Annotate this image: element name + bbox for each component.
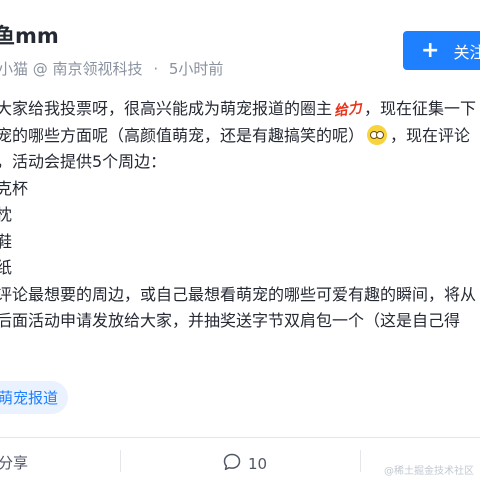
share-label: 分享 (0, 454, 29, 472)
post-content: 大家给我投票呀，很高兴能成为萌宠报道的圈主给力，现在征集一下 宠的哪些方面呢（高… (0, 96, 480, 335)
action-separator (120, 450, 121, 472)
meta-separator: · (153, 60, 159, 78)
thinking-face-icon (367, 124, 388, 145)
post-line: ，活动会提供5个周边： (0, 152, 167, 171)
author-role[interactable]: 小猫 @ 南京领视科技 (0, 60, 143, 78)
action-separator (360, 450, 361, 472)
post-line: 宠的哪些方面呢（高颜值萌宠，还是有趣搞笑的呢） ，现在评论 (0, 124, 471, 145)
author-name[interactable]: 鱼mm (0, 20, 59, 50)
watermark: @稀土掘金技术社区 (384, 466, 474, 477)
topic-tag[interactable]: 萌宠报道 (0, 381, 68, 414)
post-time: 5小时前 (168, 60, 224, 78)
author-meta: 小猫 @ 南京领视科技 · 5小时前 (0, 58, 229, 79)
plus-icon: + (421, 37, 440, 63)
share-button[interactable]: 分享 (0, 452, 28, 473)
follow-button[interactable]: + 关注 (403, 31, 480, 70)
post-line: 鞋 (0, 231, 13, 251)
comment-button[interactable]: 10 (222, 452, 267, 476)
comment-count: 10 (248, 455, 268, 473)
post-line: 纸 (0, 258, 13, 277)
follow-label: 关注 (453, 42, 480, 62)
post-line: 枕 (0, 205, 13, 224)
post-line: 评论最想要的周边，或自己最想看萌宠的哪些可爱有趣的瞬间，将从 (0, 284, 477, 304)
post-line: 后面活动申请发放给大家，并抽奖送字节双肩包一个（这是自己得 (0, 311, 461, 330)
post-line: 大家给我投票呀，很高兴能成为萌宠报道的圈主给力，现在征集一下 (0, 96, 480, 123)
comment-icon (222, 452, 242, 476)
geili-sticker-icon: 给力 (333, 100, 363, 120)
post-line: 克杯 (0, 178, 29, 198)
divider (0, 437, 480, 438)
